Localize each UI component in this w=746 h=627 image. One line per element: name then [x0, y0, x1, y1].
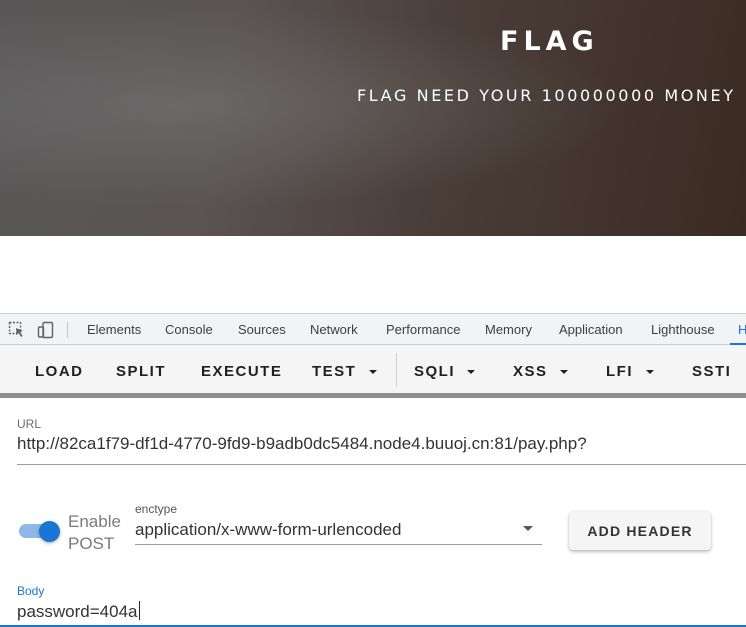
body-input-text: password=404a — [17, 602, 138, 621]
execute-button[interactable]: EXECUTE — [201, 363, 282, 380]
enctype-select[interactable]: application/x-www-form-urlencoded — [135, 520, 401, 540]
enctype-label: enctype — [135, 502, 178, 516]
test-dropdown-caret-icon — [369, 370, 377, 374]
xss-dropdown-caret-icon — [560, 370, 568, 374]
toolbar-divider — [67, 322, 68, 338]
xss-dropdown-button[interactable]: XSS — [513, 363, 548, 380]
dropdown-arrow-icon[interactable] — [523, 526, 533, 531]
split-button[interactable]: SPLIT — [116, 363, 166, 380]
test-dropdown-button[interactable]: TEST — [312, 363, 356, 380]
tab-elements[interactable]: Elements — [87, 322, 141, 337]
enable-post-label-line1: Enable — [68, 512, 121, 531]
hero-banner: FLAG FLAG NEED YOUR 100000000 MONEY — [0, 0, 746, 236]
sqli-dropdown-button[interactable]: SQLI — [414, 363, 455, 380]
enable-post-toggle-knob[interactable] — [39, 521, 60, 542]
lfi-dropdown-caret-icon — [646, 370, 654, 374]
lfi-dropdown-button[interactable]: LFI — [606, 363, 633, 380]
tab-hackbar[interactable]: H — [738, 322, 746, 337]
text-cursor — [138, 601, 140, 620]
ssti-dropdown-button[interactable]: SSTI — [692, 363, 731, 380]
inspect-element-icon[interactable] — [8, 321, 26, 339]
load-button[interactable]: LOAD — [35, 363, 84, 380]
tab-performance[interactable]: Performance — [386, 322, 460, 337]
device-toolbar-icon[interactable] — [37, 321, 55, 339]
toolbar-divider — [396, 353, 397, 387]
tab-lighthouse[interactable]: Lighthouse — [651, 322, 715, 337]
devtools-tab-bar: Elements Console Sources Network Perform… — [0, 313, 746, 345]
tab-sources[interactable]: Sources — [238, 322, 286, 337]
enable-post-label-line2: POST — [68, 534, 115, 553]
enctype-select-underline — [135, 544, 542, 545]
tab-application[interactable]: Application — [559, 322, 623, 337]
url-input-underline — [17, 464, 746, 465]
tab-network[interactable]: Network — [310, 322, 358, 337]
enable-post-label: Enable POST — [68, 511, 121, 555]
body-input[interactable]: password=404a — [17, 601, 140, 622]
body-label: Body — [17, 584, 45, 598]
page-title: FLAG — [500, 26, 599, 57]
tab-console[interactable]: Console — [165, 322, 213, 337]
add-header-button[interactable]: ADD HEADER — [569, 511, 711, 550]
url-input[interactable]: http://82ca1f79-df1d-4770-9fd9-b9adb0dc5… — [17, 434, 587, 454]
url-label: URL — [17, 417, 42, 431]
sqli-dropdown-caret-icon — [467, 370, 475, 374]
page-subtitle: FLAG NEED YOUR 100000000 MONEY — [357, 86, 736, 105]
hackbar-toolbar: LOAD SPLIT EXECUTE TEST SQLI XSS LFI SST… — [0, 345, 746, 398]
tab-memory[interactable]: Memory — [485, 322, 532, 337]
